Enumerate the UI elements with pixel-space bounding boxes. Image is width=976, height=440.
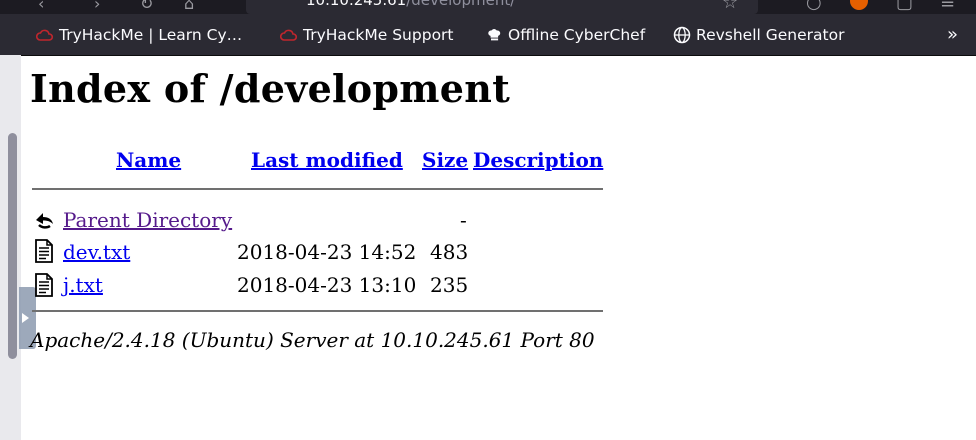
- url-path: /development/: [406, 0, 516, 9]
- entry-modified: 2018-04-23 13:10: [237, 273, 417, 297]
- table-divider-top: [32, 188, 603, 190]
- tryhackme-cloud-icon: [36, 29, 54, 41]
- profile-icon[interactable]: [850, 0, 868, 10]
- column-header-description[interactable]: Description: [473, 148, 603, 172]
- reload-icon[interactable]: ↻: [140, 0, 153, 13]
- chef-hat-icon: [488, 29, 501, 41]
- bookmark-revshell-generator[interactable]: Revshell Generator: [673, 25, 844, 45]
- url-host: 10.10.245.61: [306, 0, 407, 9]
- bookmarks-overflow-button[interactable]: »: [947, 24, 958, 45]
- entry-size: 483: [430, 240, 469, 264]
- table-divider-bottom: [32, 310, 603, 312]
- bookmark-offline-cyberchef[interactable]: Offline CyberChef: [487, 25, 645, 45]
- address-bar[interactable]: 10.10.245.61/development/: [246, 0, 758, 14]
- page-title: Index of /development: [30, 66, 511, 111]
- forward-icon[interactable]: ›: [94, 0, 100, 13]
- bookmark-label: TryHackMe Support: [303, 26, 454, 44]
- bookmark-star-icon[interactable]: ☆: [722, 0, 738, 13]
- pocket-icon[interactable]: ○: [806, 0, 822, 13]
- tryhackme-cloud-icon: [280, 29, 298, 41]
- bookmark-tryhackme-learn[interactable]: TryHackMe | Learn Cy…: [36, 25, 242, 45]
- bookmark-tryhackme-support[interactable]: TryHackMe Support: [280, 25, 454, 45]
- column-header-size[interactable]: Size: [422, 148, 468, 172]
- entry-link-j-txt[interactable]: j.txt: [63, 273, 103, 297]
- text-file-icon: [35, 273, 53, 297]
- back-arrow-icon: [36, 213, 53, 229]
- bookmarks-toolbar: TryHackMe | Learn Cy… TryHackMe Support …: [0, 14, 976, 56]
- entry-link-parent-directory[interactable]: Parent Directory: [63, 208, 232, 232]
- entry-size: 235: [430, 273, 469, 297]
- column-header-last-modified[interactable]: Last modified: [251, 148, 403, 172]
- entry-modified: 2018-04-23 14:52: [237, 240, 417, 264]
- bookmark-label: Revshell Generator: [696, 26, 845, 44]
- back-icon[interactable]: ‹: [38, 0, 44, 13]
- scrollbar-thumb[interactable]: [8, 133, 17, 359]
- extensions-icon[interactable]: ▢: [896, 0, 913, 13]
- sidebar-strip: [0, 55, 36, 440]
- server-signature: Apache/2.4.18 (Ubuntu) Server at 10.10.2…: [30, 328, 595, 352]
- browser-toolbar: ‹ › ↻ ⌂ 10.10.245.61/development/ ☆ ○ ▢ …: [0, 0, 976, 14]
- menu-icon[interactable]: ≡: [940, 0, 955, 13]
- home-icon[interactable]: ⌂: [184, 0, 194, 13]
- entry-link-dev-txt[interactable]: dev.txt: [63, 240, 130, 264]
- bookmark-label: Offline CyberChef: [508, 26, 646, 44]
- expand-arrow-icon: [22, 313, 29, 323]
- bookmark-label: TryHackMe | Learn Cy…: [59, 26, 243, 44]
- entry-size: -: [460, 208, 467, 232]
- text-file-icon: [35, 239, 53, 263]
- column-header-name[interactable]: Name: [116, 148, 181, 172]
- globe-icon: [673, 26, 691, 44]
